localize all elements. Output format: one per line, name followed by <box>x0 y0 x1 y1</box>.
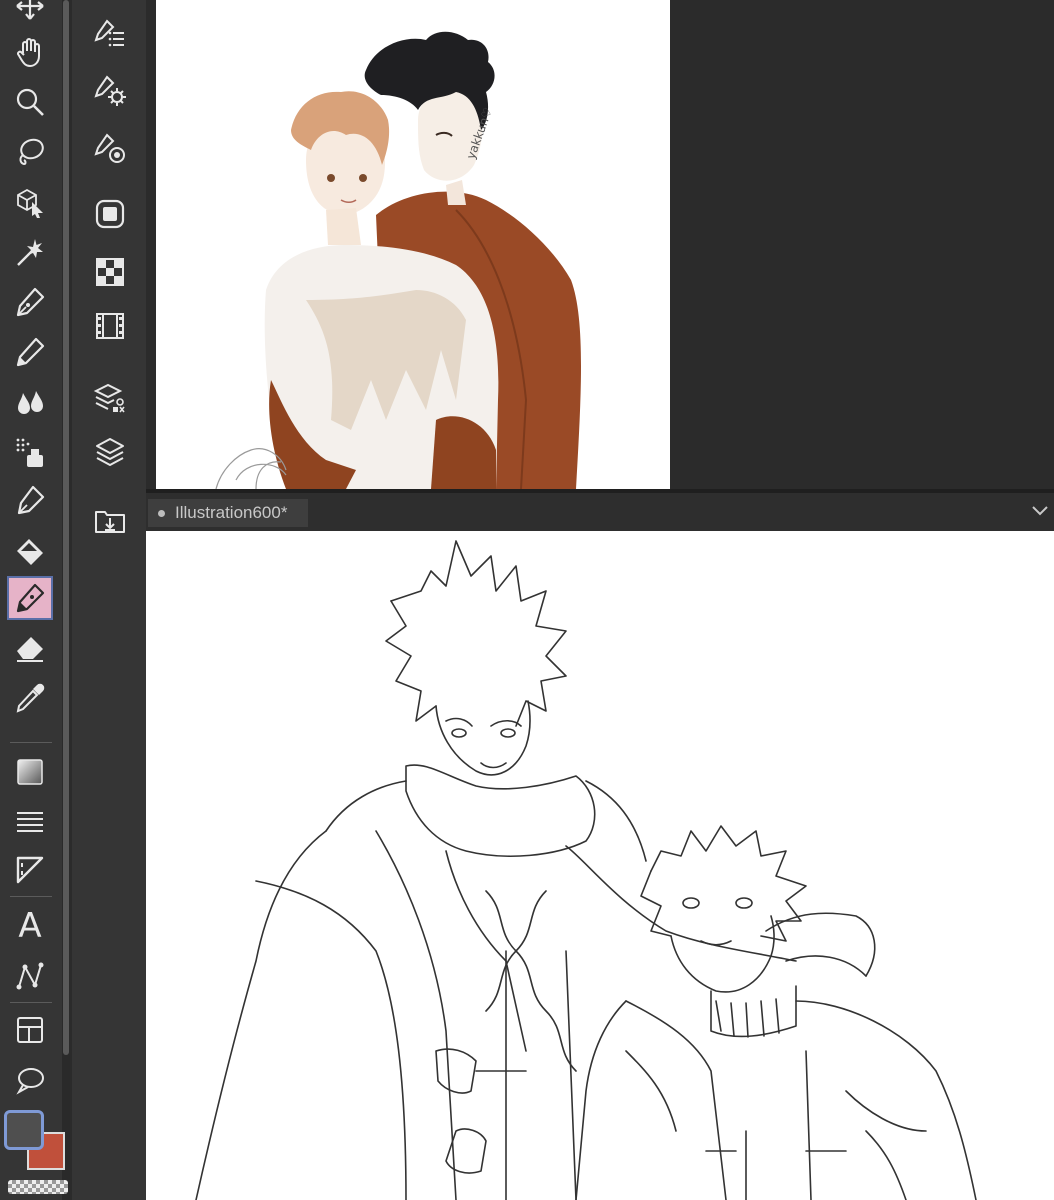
toolbar-separator <box>10 1002 52 1003</box>
decoration-tool-button[interactable] <box>6 478 54 522</box>
pen-nib-icon <box>16 287 45 317</box>
layer-property-icon <box>93 383 125 413</box>
text-tool-button[interactable]: A <box>6 904 54 948</box>
move-tool-button[interactable] <box>6 0 54 28</box>
document-tab-bar: Illustration600* <box>146 493 1054 532</box>
gradient-icon <box>17 759 43 785</box>
lineart-sketch <box>195 540 977 1200</box>
move-arrows-icon <box>16 0 44 20</box>
cube-cursor-icon <box>17 188 43 218</box>
toolbar-scroll-thumb[interactable] <box>63 0 69 1055</box>
fill-tool-button[interactable] <box>6 528 54 572</box>
ruler-tool-button[interactable] <box>6 848 54 892</box>
navigator-icon <box>95 199 125 229</box>
pencil-icon <box>16 337 45 367</box>
brush-tool-button[interactable] <box>6 380 54 424</box>
eraser-icon <box>17 637 43 662</box>
chevron-down-icon <box>1032 506 1048 516</box>
tool-settings-icon <box>94 75 126 106</box>
hand-tool-button[interactable] <box>6 30 54 74</box>
tool-property-panel-button[interactable] <box>90 70 130 110</box>
curve-icon <box>16 962 44 990</box>
decoration-pen-icon <box>17 485 45 515</box>
pen-tool-button[interactable] <box>6 280 54 324</box>
gradient-tool-button[interactable] <box>6 750 54 794</box>
object-select-tool-button[interactable] <box>6 180 54 224</box>
balloon-tool-button[interactable] <box>6 1058 54 1102</box>
magnifier-icon <box>16 88 44 116</box>
eyedropper-icon <box>16 683 45 713</box>
airbrush-tool-button[interactable] <box>6 430 54 474</box>
main-drawing-canvas[interactable] <box>146 531 1054 1200</box>
airbrush-icon <box>16 438 43 467</box>
tab-menu-button[interactable] <box>1030 502 1050 520</box>
brush-size-panel-button[interactable] <box>90 128 130 168</box>
sub-tool-panel-button[interactable] <box>90 14 130 54</box>
frame-border-icon <box>17 1017 43 1043</box>
eyedropper-tool-button[interactable] <box>6 676 54 720</box>
speech-balloon-icon <box>16 1068 44 1095</box>
ruler-icon <box>16 856 44 884</box>
navigator-panel-button[interactable] <box>90 194 130 234</box>
animation-timeline-icon <box>96 313 124 339</box>
lines-tool-button[interactable] <box>6 800 54 844</box>
panel-icon-column <box>72 0 146 1200</box>
hand-icon <box>17 38 40 67</box>
curve-tool-button[interactable] <box>6 954 54 998</box>
vector-pen-icon <box>16 583 45 613</box>
vector-pen-tool-button[interactable] <box>7 576 53 620</box>
eraser-tool-button[interactable] <box>6 626 54 670</box>
animation-panel-button[interactable] <box>90 306 130 346</box>
layer-property-panel-button[interactable] <box>90 378 130 418</box>
layer-icon <box>96 438 124 466</box>
sub-tool-list-icon <box>94 19 124 47</box>
magic-wand-icon <box>17 239 43 266</box>
unsaved-indicator-icon <box>158 509 165 517</box>
transparent-color-swatch[interactable] <box>8 1180 68 1194</box>
import-download-icon <box>95 511 125 533</box>
parallel-lines-icon <box>17 812 43 832</box>
toolbar-separator <box>10 896 52 897</box>
text-tool-icon: A <box>18 906 42 946</box>
tab-document[interactable]: Illustration600* <box>148 499 308 527</box>
zoom-tool-button[interactable] <box>6 80 54 124</box>
reference-image[interactable]: yakkun♡ <box>156 0 670 489</box>
main-color-swatch[interactable] <box>4 1110 44 1150</box>
brush-size-icon <box>94 133 125 163</box>
color-set-icon <box>96 258 124 286</box>
frame-border-tool-button[interactable] <box>6 1008 54 1052</box>
brush-drops-icon <box>18 391 43 414</box>
reference-illustration: yakkun♡ <box>215 31 581 489</box>
material-panel-button[interactable] <box>90 500 130 540</box>
paint-bucket-icon <box>17 539 43 565</box>
color-set-panel-button[interactable] <box>90 252 130 292</box>
toolbar-scrollbar[interactable] <box>62 0 70 1200</box>
layer-panel-button[interactable] <box>90 432 130 472</box>
pencil-tool-button[interactable] <box>6 330 54 374</box>
lasso-tool-button[interactable] <box>6 130 54 174</box>
toolbar-separator <box>10 742 52 743</box>
lasso-icon <box>19 138 44 166</box>
tool-palette: A <box>0 0 62 1200</box>
tab-title: Illustration600* <box>175 503 288 522</box>
auto-select-tool-button[interactable] <box>6 230 54 274</box>
